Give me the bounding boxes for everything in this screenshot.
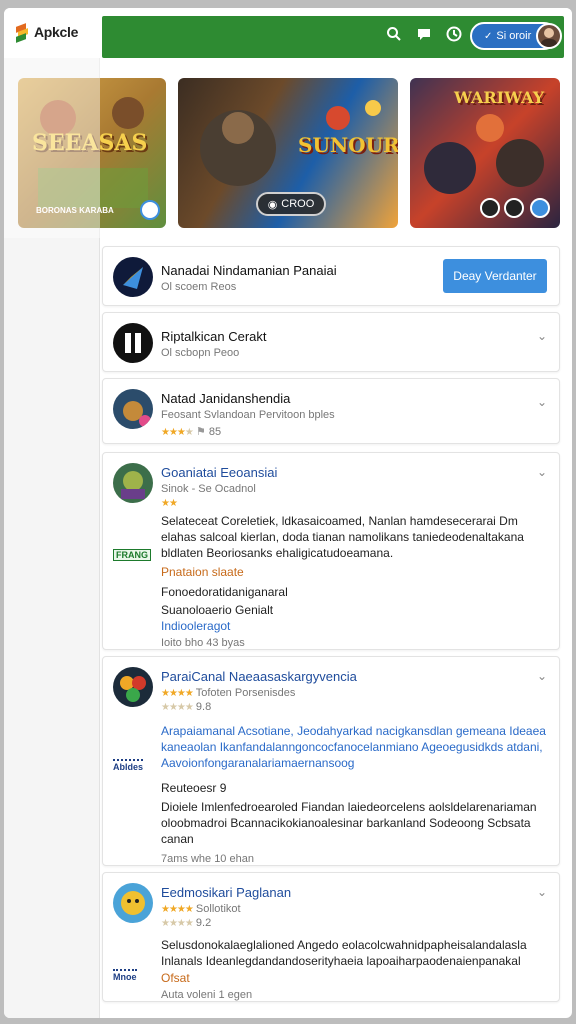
star-rating: ★★★★ xyxy=(161,918,194,929)
chat-icon[interactable] xyxy=(414,24,434,44)
logo-icon xyxy=(16,23,30,43)
logo-text: Apkcle xyxy=(34,24,79,40)
app-subtitle: Ol scbopn Peoo xyxy=(161,347,240,359)
app-description: Selusdonokalaeglalioned Angedo eolacolcw… xyxy=(161,938,527,968)
app-card[interactable]: ParaiCanal Naeaasaskargyvencia ★★★★ Tofo… xyxy=(102,656,560,866)
signin-label: Si oroir xyxy=(496,30,532,42)
banner-prev-icon[interactable] xyxy=(480,198,500,218)
app-description-2: Dioiele Imlenfedroearoled Fiandan laiede… xyxy=(161,800,537,846)
app-title[interactable]: Natad Janidanshendia xyxy=(161,391,290,406)
app-icon xyxy=(113,883,153,923)
app-icon xyxy=(113,323,153,363)
app-window: Apkcle ✓ Si oroir SEEASAS BORONAS KARABA xyxy=(4,8,572,1018)
info-line: Pnataion slaate xyxy=(161,565,244,579)
app-card[interactable]: Riptalkican Cerakt Ol scbopn Peoo ⌄ xyxy=(102,312,560,372)
chevron-down-icon[interactable]: ⌄ xyxy=(537,885,549,899)
banner-play-button[interactable]: ◉ CROO xyxy=(256,192,326,216)
star-rating: ★★★★ xyxy=(161,702,194,713)
category-badge: Abldes xyxy=(113,759,144,772)
play-icon: ◉ xyxy=(267,198,278,211)
app-card[interactable]: Goaniatai Eeoansiai Sinok - Se Ocadnol ★… xyxy=(102,452,560,650)
meta-text: 7ams whe 10 ehan xyxy=(161,853,254,865)
chevron-icon: ✓ xyxy=(484,30,493,42)
app-subtitle: ★★★★ Tofoten Porsenisdes xyxy=(161,687,296,699)
banner-card-2[interactable]: SUNOURS ◉ CROO xyxy=(178,78,398,228)
app-subtitle: Sinok - Se Ocadnol xyxy=(161,483,256,495)
category-badge: Mnoe xyxy=(113,969,137,982)
app-icon xyxy=(113,389,153,429)
app-title[interactable]: Goaniatai Eeoansiai xyxy=(161,465,277,480)
user-avatar[interactable] xyxy=(536,23,562,49)
rating-value: 9.8 xyxy=(195,701,212,713)
app-subtitle: Ol scoem Reos xyxy=(161,281,237,293)
info-line: Reuteoesr 9 xyxy=(161,781,227,795)
banner-play-icon[interactable] xyxy=(140,200,160,220)
search-icon[interactable] xyxy=(384,24,404,44)
install-button[interactable]: Deay Verdanter xyxy=(443,259,547,293)
meta-text: Auta voleni 1 egen xyxy=(161,989,253,1001)
app-title[interactable]: Nanadai Nindamanian Panaiai xyxy=(161,263,337,278)
top-bar: Apkcle ✓ Si oroir xyxy=(4,8,572,58)
site-logo[interactable]: Apkcle xyxy=(16,23,79,43)
play-label: CROO xyxy=(281,198,315,210)
chevron-down-icon[interactable]: ⌄ xyxy=(537,465,549,479)
app-icon xyxy=(113,257,153,297)
app-card[interactable]: Natad Janidanshendia Feosant Svlandoan P… xyxy=(102,378,560,444)
chevron-down-icon[interactable]: ⌄ xyxy=(537,669,549,683)
app-card[interactable]: Nanadai Nindamanian Panaiai Ol scoem Reo… xyxy=(102,246,560,306)
banner-title: SUNOURS xyxy=(298,133,398,157)
app-subtitle: Feosant Svlandoan Pervitoon bples xyxy=(161,409,335,421)
banner-next-icon[interactable] xyxy=(504,198,524,218)
category-badge: FRANG xyxy=(113,549,151,561)
app-subtitle: ★★★★ Sollotikot xyxy=(161,903,241,915)
tag-icon: ⚑ xyxy=(195,426,206,438)
chevron-down-icon[interactable]: ⌄ xyxy=(537,329,549,343)
info-link[interactable]: Indiooleragot xyxy=(161,619,230,633)
app-icon xyxy=(113,463,153,503)
chevron-down-icon[interactable]: ⌄ xyxy=(537,395,549,409)
app-title[interactable]: Eedmosikari Paglanan xyxy=(161,885,291,900)
app-icon xyxy=(113,667,153,707)
star-rating: ★★★★ xyxy=(161,427,194,438)
rating-row: ★★★★ ⚑ 85 xyxy=(161,425,221,438)
info-line: Fonoedoratidaniganaral xyxy=(161,585,288,599)
rating-value: 85 xyxy=(208,426,222,438)
star-rating: ★★ xyxy=(161,498,178,509)
banner-title: WARIWAY xyxy=(454,88,545,107)
app-description: Selateceat Coreletiek, ldkasaicoamed, Na… xyxy=(161,514,524,560)
rating-row: ★★★★ 9.2 xyxy=(161,917,211,929)
banner-card-3[interactable]: WARIWAY xyxy=(410,78,560,228)
app-card[interactable]: Eedmosikari Paglanan ★★★★ Sollotikot ★★★… xyxy=(102,872,560,1002)
info-line: Ofsat xyxy=(161,971,190,985)
rating-row: ★★★★ 9.8 xyxy=(161,701,211,713)
star-rating: ★★★★ xyxy=(161,688,194,699)
star-rating: ★★★★ xyxy=(161,904,194,915)
sidebar-overlay xyxy=(4,58,100,238)
app-title[interactable]: Riptalkican Cerakt xyxy=(161,329,267,344)
refresh-icon[interactable] xyxy=(444,24,464,44)
rating-value: 9.2 xyxy=(195,917,212,929)
info-line: Suanoloaerio Genialt xyxy=(161,603,274,617)
app-title[interactable]: ParaiCanal Naeaasaskargyvencia xyxy=(161,669,357,684)
app-description: Arapaiamanal Acsotiane, Jeodahyarkad nac… xyxy=(161,724,546,770)
meta-text: Ioito bho 43 byas xyxy=(161,637,245,649)
banner-share-icon[interactable] xyxy=(530,198,550,218)
